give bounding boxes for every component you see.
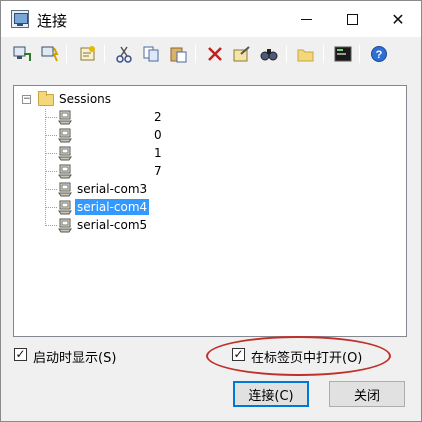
app-icon (11, 10, 29, 28)
session-item[interactable]: 0 (14, 126, 214, 144)
maximize-icon (346, 13, 358, 25)
folder-icon (38, 91, 54, 106)
close-window-button[interactable]: ✕ (375, 1, 421, 37)
session-icon (58, 218, 72, 233)
toolbar: ? (1, 37, 421, 71)
connect-button[interactable]: 连接(C) (233, 381, 309, 407)
cut-icon[interactable] (113, 44, 135, 64)
session-label: serial-com3 (77, 182, 148, 196)
session-item-selected[interactable]: serial-com4 (14, 198, 214, 216)
window-title: 连接 (37, 12, 68, 30)
session-icon (58, 164, 72, 179)
close-icon: ✕ (391, 9, 405, 29)
open-in-tab-label: 在标签页中打开(O) (251, 351, 363, 366)
session-icon (58, 110, 72, 125)
session-label: 1 (154, 146, 162, 160)
show-on-startup-label: 启动时显示(S) (33, 351, 117, 366)
session-label: 7 (154, 164, 162, 178)
svg-text:?: ? (376, 49, 383, 61)
tree-root-row[interactable]: − Sessions (14, 90, 214, 108)
session-icon (58, 182, 72, 197)
find-icon[interactable] (258, 44, 280, 64)
paste-icon[interactable] (167, 44, 189, 64)
delete-icon[interactable] (204, 44, 226, 64)
properties-icon[interactable] (231, 44, 253, 64)
toolbar-separator (195, 45, 196, 63)
session-label: serial-com5 (77, 218, 148, 232)
tree-root-label: Sessions (59, 92, 112, 106)
new-session-icon[interactable] (77, 44, 99, 64)
session-label: 0 (154, 128, 162, 142)
session-item[interactable]: 2 (14, 108, 214, 126)
connect-dialog: 连接 ✕ ? − Sessions 2 0 1 7 serial-com3 se… (0, 0, 422, 422)
show-on-startup-checkbox[interactable]: ✓ (14, 348, 27, 361)
collapse-icon[interactable]: − (22, 95, 31, 104)
terminal-icon[interactable] (332, 44, 354, 64)
title-bar: 连接 ✕ (1, 1, 421, 37)
new-folder-icon[interactable] (295, 44, 317, 64)
copy-icon[interactable] (140, 44, 162, 64)
open-in-tab-checkbox[interactable]: ✓ (232, 348, 245, 361)
session-item[interactable]: 7 (14, 162, 214, 180)
toolbar-separator (323, 45, 324, 63)
minimize-icon (300, 18, 312, 20)
help-icon[interactable]: ? (368, 44, 390, 64)
close-button[interactable]: 关闭 (329, 381, 405, 407)
minimize-button[interactable] (283, 1, 329, 37)
quick-connect-icon[interactable] (39, 44, 61, 64)
toolbar-separator (104, 45, 105, 63)
session-item[interactable]: serial-com5 (14, 216, 214, 234)
session-item[interactable]: serial-com3 (14, 180, 214, 198)
toolbar-separator (359, 45, 360, 63)
session-label: 2 (154, 110, 162, 124)
toolbar-separator (286, 45, 287, 63)
connect-icon[interactable] (11, 44, 33, 64)
session-tree[interactable]: − Sessions 2 0 1 7 serial-com3 serial-co… (13, 85, 407, 337)
maximize-button[interactable] (329, 1, 375, 37)
session-item[interactable]: 1 (14, 144, 214, 162)
session-icon (58, 146, 72, 161)
session-icon (58, 200, 72, 215)
session-icon (58, 128, 72, 143)
toolbar-separator (66, 45, 67, 63)
session-label: serial-com4 (75, 199, 150, 215)
